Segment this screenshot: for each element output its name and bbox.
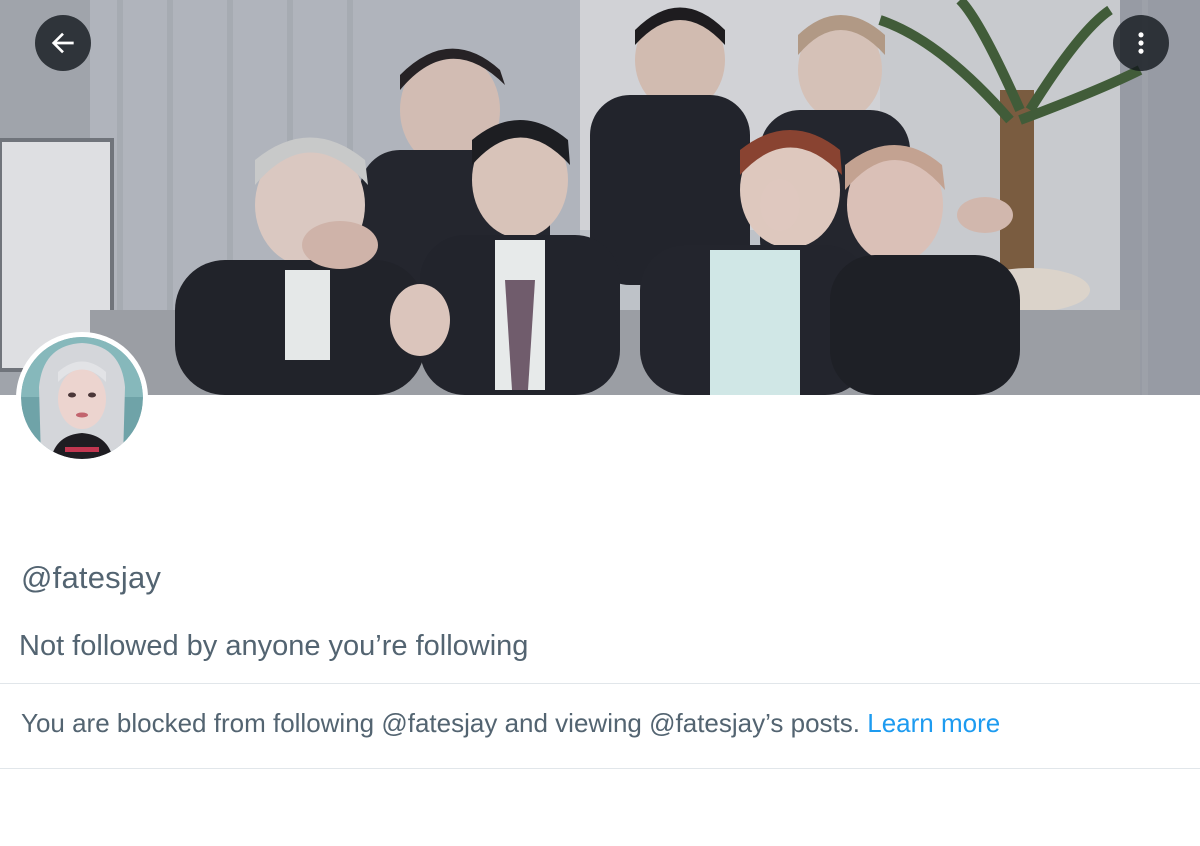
banner-photo <box>0 0 1200 395</box>
blocked-notice-text: You are blocked from following @fatesjay… <box>21 708 861 738</box>
divider <box>0 683 1200 684</box>
avatar-photo <box>21 337 143 459</box>
back-button[interactable] <box>35 15 91 71</box>
profile-handle: @fatesjay <box>21 560 162 595</box>
blocked-notice: You are blocked from following @fatesjay… <box>21 708 1000 739</box>
followed-by-text: Not followed by anyone you’re following <box>19 630 529 662</box>
more-options-button[interactable] <box>1113 15 1169 71</box>
more-vertical-icon <box>1138 32 1144 54</box>
profile-avatar[interactable] <box>16 332 148 464</box>
divider <box>0 768 1200 769</box>
profile-page: @fatesjay Not followed by anyone you’re … <box>0 0 1200 846</box>
profile-banner[interactable] <box>0 0 1200 395</box>
learn-more-link[interactable]: Learn more <box>867 708 1000 738</box>
arrow-left-icon <box>51 32 74 54</box>
